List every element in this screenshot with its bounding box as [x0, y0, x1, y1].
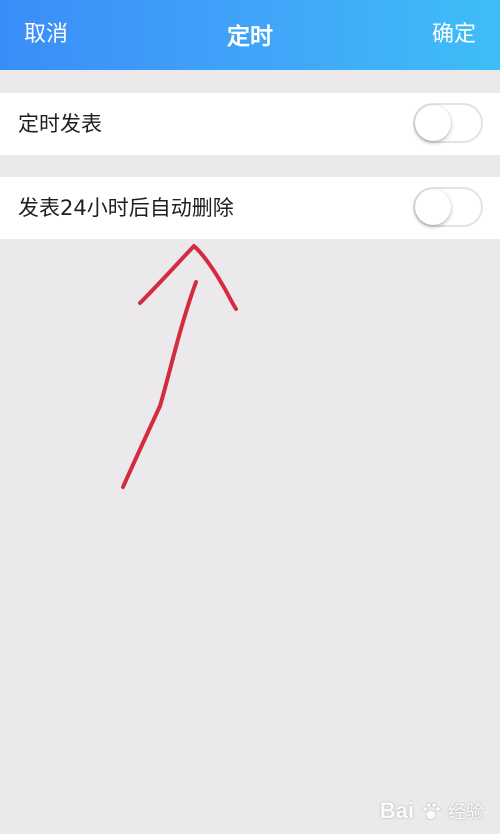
setting-row-scheduled-post[interactable]: 定时发表 — [0, 93, 500, 155]
setting-row-auto-delete[interactable]: 发表24小时后自动删除 — [0, 177, 500, 239]
toggle-knob — [415, 105, 451, 141]
setting-label: 定时发表 — [18, 112, 102, 136]
top-navigation-bar: 取消 定时 确定 — [0, 0, 500, 70]
page-title: 定时 — [227, 24, 273, 50]
toggle-knob — [415, 189, 451, 225]
arrow-shaft — [121, 280, 198, 489]
watermark-logo-text: Bai — [379, 798, 414, 823]
auto-delete-toggle[interactable] — [413, 187, 483, 227]
confirm-button[interactable]: 确定 — [432, 0, 476, 70]
arrow-head — [138, 244, 238, 311]
setting-label: 发表24小时后自动删除 — [18, 196, 234, 220]
watermark-site-text: 经验 — [448, 802, 484, 823]
paw-icon — [422, 802, 441, 820]
scheduled-post-toggle[interactable] — [413, 103, 483, 143]
baidu-jingyan-watermark: Bai 经验 — [380, 798, 484, 824]
